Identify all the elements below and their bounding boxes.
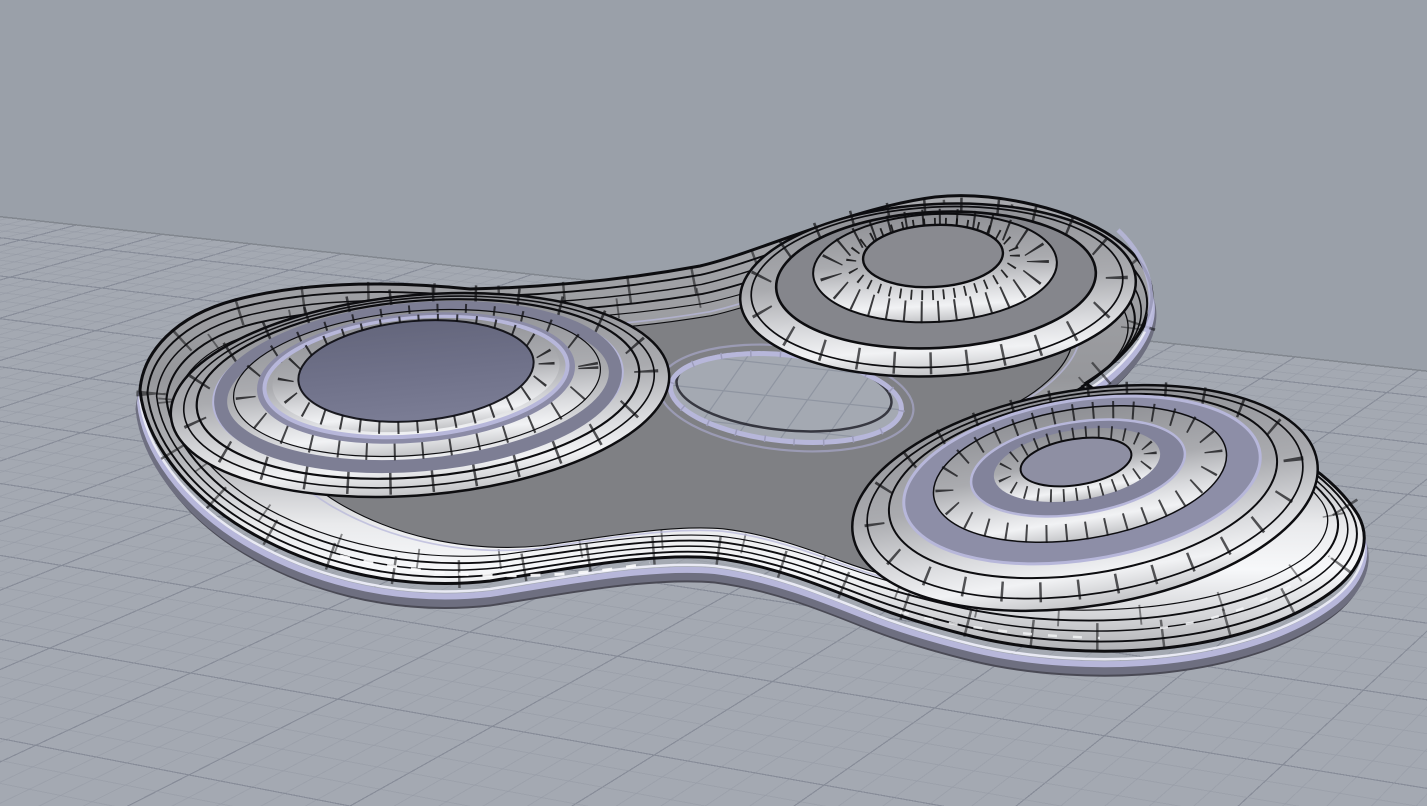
viewport[interactable] bbox=[0, 0, 1427, 806]
scene-svg bbox=[0, 0, 1427, 806]
